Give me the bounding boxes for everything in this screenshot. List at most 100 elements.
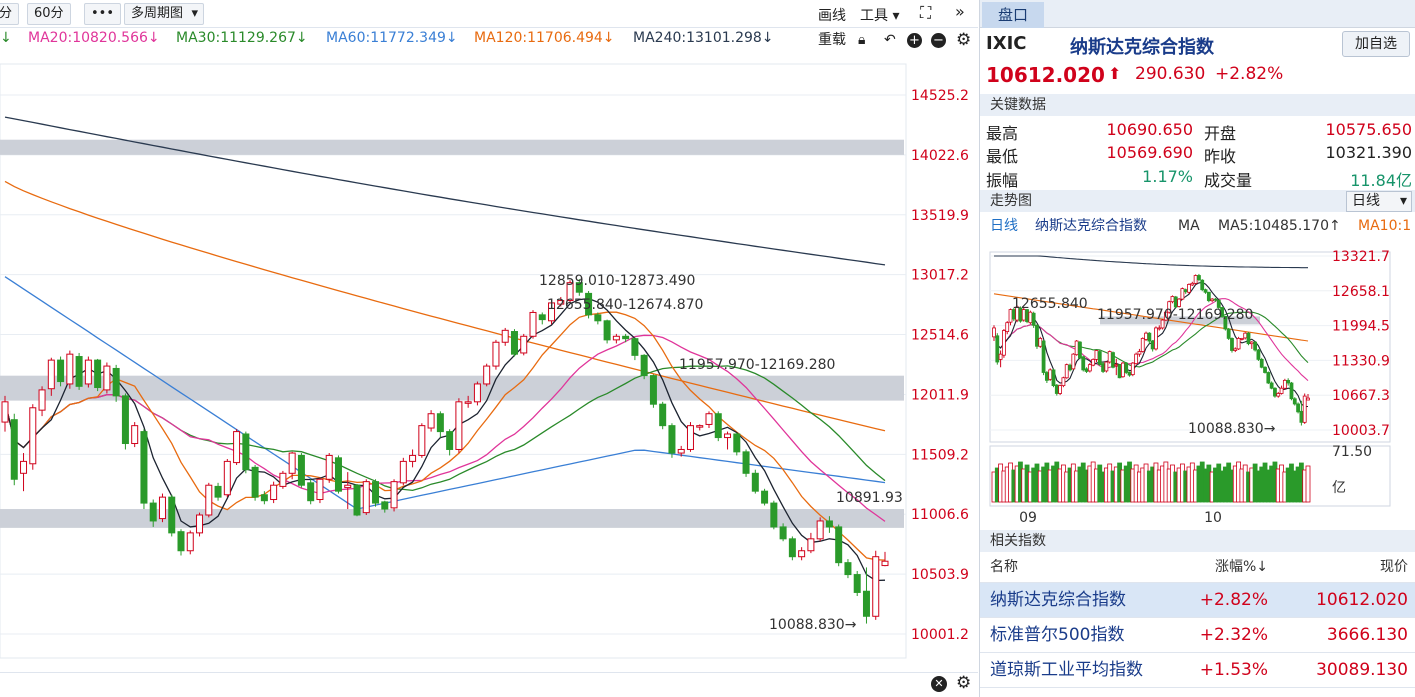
candle-body — [353, 484, 361, 516]
candle-body — [761, 490, 769, 504]
mini-candle-body — [1137, 351, 1142, 355]
mini-candle-body — [1266, 372, 1271, 384]
settings-gear-icon[interactable]: ⚙ — [956, 673, 971, 693]
mini-candle-body — [1236, 338, 1241, 350]
mini-candle-body — [1097, 351, 1102, 366]
tab-pankou[interactable]: 盘口 — [982, 2, 1044, 28]
mini-candle-body — [1005, 322, 1010, 333]
candle-body — [862, 590, 870, 617]
close-icon[interactable]: ✕ — [931, 676, 947, 692]
low-label: 最低 — [986, 147, 1019, 166]
mini-candle-body — [1041, 340, 1046, 373]
candle-body — [640, 354, 648, 377]
candle-body — [436, 413, 444, 433]
settings-gear-icon[interactable]: ⚙ — [956, 31, 971, 49]
mini-trend-chart[interactable]: 13321.7 12658.1 11994.5 11330.9 10667.3 10003… — [980, 244, 1415, 534]
y-tick-label: 11006.6 — [911, 507, 969, 523]
mini-candle-body — [1101, 363, 1105, 372]
related-name: 道琼斯工业平均指数 — [990, 660, 1143, 680]
candle-body — [140, 431, 148, 504]
candle-body — [1, 401, 9, 423]
candle-body — [260, 494, 268, 502]
candle-body — [57, 359, 65, 383]
mini-candle-body — [1233, 348, 1238, 351]
collapse-icon[interactable]: » — [955, 2, 965, 21]
candlestick-chart[interactable]: 14525.2 14022.6 13519.9 13017.2 12514.6 12011… — [0, 52, 978, 672]
trend-period-select[interactable]: 日线 ▾ — [1346, 191, 1412, 212]
mini-candle-body — [1121, 362, 1125, 378]
related-price: 3666.130 — [1326, 625, 1408, 645]
col-name[interactable]: 名称 — [990, 553, 1018, 581]
mini-candle-body — [1094, 350, 1099, 360]
candle-body — [612, 335, 620, 341]
col-pct[interactable]: 涨幅%↓ — [1215, 553, 1268, 581]
period-60min-button[interactable]: 60分 — [27, 3, 71, 25]
mini-plot-area — [989, 251, 1391, 443]
mini-candle-body — [1058, 385, 1063, 394]
undo-icon[interactable]: ↶ — [884, 31, 896, 49]
col-price[interactable]: 现价 — [1380, 553, 1408, 581]
mini-candle-body — [1286, 379, 1291, 384]
mini-candle-body — [1091, 358, 1096, 366]
mini-candle-body — [1302, 395, 1307, 423]
mini-candle-body — [1187, 284, 1191, 293]
candle-body — [251, 466, 259, 498]
tools-menu[interactable]: 工具 ▾ — [860, 5, 899, 25]
price-annotation: 12655.840-12674.870 — [547, 297, 703, 313]
candle-body — [399, 460, 407, 484]
candle-body — [825, 520, 833, 528]
zoom-out-icon[interactable]: − — [931, 33, 946, 48]
mini-candle-body — [1193, 275, 1198, 284]
related-row[interactable]: 纳斯达克综合指数 +2.82% 10612.020 — [980, 583, 1415, 618]
mini-candle-body — [1084, 368, 1089, 372]
candle-body — [446, 431, 454, 450]
related-row[interactable]: 道琼斯工业平均指数 +1.53% 30089.130 — [980, 653, 1415, 688]
candle-body — [705, 413, 713, 425]
candle-body — [158, 496, 166, 520]
y-tick-label: 13017.2 — [911, 268, 969, 284]
candle-body — [770, 502, 778, 528]
mini-candle-body — [1269, 382, 1274, 389]
y-tick-label: 14525.2 — [911, 88, 969, 104]
multi-period-label: 多周期图 — [131, 6, 184, 21]
mini-annotation: 12655.840 — [1012, 296, 1088, 312]
mini-legend: 日线 纳斯达克综合指数 MA MA5:10485.170↑ MA10:1 — [980, 214, 1415, 238]
y-tick-label: 11509.2 — [911, 447, 969, 463]
candle-body — [455, 401, 463, 450]
bottom-strip: ✕ ⚙ — [0, 672, 978, 697]
mini-candle-body — [1226, 328, 1231, 339]
mini-candle-body — [1183, 289, 1188, 293]
candle-body — [325, 454, 333, 480]
month-label: 09 — [1019, 510, 1037, 526]
candle-body — [381, 501, 389, 510]
trend-period-value: 日线 — [1352, 193, 1380, 209]
candle-body — [75, 356, 83, 387]
candle-body — [223, 460, 231, 496]
candle-body — [177, 531, 185, 552]
mini-candle-body — [1292, 398, 1297, 405]
tools-label: 工具 — [860, 8, 888, 24]
mini-candle-body — [1140, 338, 1145, 352]
draw-line-button[interactable]: 画线 — [818, 5, 846, 25]
more-button[interactable]: ••• — [84, 3, 122, 25]
panel-tabs: 盘口 — [980, 0, 1415, 28]
mini-candle-body — [1306, 397, 1310, 401]
candle-body — [316, 478, 324, 501]
multi-period-dropdown[interactable]: 多周期图 ▾ — [124, 3, 205, 25]
candle-body — [483, 365, 491, 385]
add-watchlist-button[interactable]: 加自选 — [1342, 31, 1410, 57]
y-tick-label: 13519.9 — [911, 208, 969, 224]
period-minute-button[interactable]: 分 — [0, 3, 20, 25]
mini-candle-body — [1150, 340, 1155, 350]
fullscreen-icon[interactable]: ⛶ — [920, 3, 931, 23]
low-value: 10569.690 — [1106, 143, 1193, 162]
lock-icon[interactable]: 🔒︎ — [858, 31, 865, 49]
candle-body — [29, 407, 37, 465]
pct-change: +2.82% — [1215, 64, 1284, 84]
candle-body — [881, 560, 889, 567]
candle-body — [501, 329, 509, 343]
related-row[interactable]: 标准普尔500指数 +2.32% 3666.130 — [980, 618, 1415, 653]
mini-candle-body — [1256, 349, 1261, 360]
reload-button[interactable]: 重载 — [818, 31, 846, 49]
zoom-in-icon[interactable]: + — [907, 33, 922, 48]
